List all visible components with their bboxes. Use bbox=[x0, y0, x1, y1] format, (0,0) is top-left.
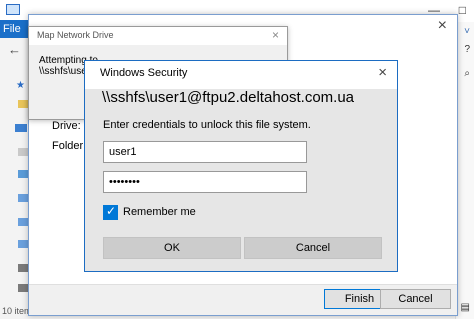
quick-access-star-icon[interactable]: ★ bbox=[16, 80, 26, 91]
back-arrow-icon[interactable]: ← bbox=[8, 42, 21, 57]
this-pc-nav-icon[interactable] bbox=[15, 124, 27, 132]
security-dialog-title: Windows Security bbox=[100, 67, 188, 79]
checkmark-icon: ✓ bbox=[106, 204, 117, 218]
ok-button[interactable]: OK bbox=[103, 237, 241, 259]
local-disk-icon[interactable] bbox=[18, 264, 28, 272]
drive-icon[interactable] bbox=[18, 148, 28, 156]
this-pc-icon bbox=[6, 4, 20, 15]
folder-label: Folder: bbox=[52, 140, 87, 152]
connecting-dialog-title-bar: Map Network Drive × bbox=[29, 27, 287, 45]
remember-me-checkbox[interactable]: ✓ bbox=[103, 204, 118, 220]
search-icon[interactable]: ⌕ bbox=[464, 68, 470, 79]
password-field[interactable] bbox=[103, 171, 307, 193]
connecting-dialog-title: Map Network Drive bbox=[37, 30, 114, 40]
drive-label: Drive: bbox=[52, 120, 81, 132]
remember-me-label[interactable]: Remember me bbox=[123, 206, 196, 218]
connecting-dialog-close-icon[interactable]: × bbox=[272, 28, 279, 42]
pictures-icon[interactable] bbox=[18, 218, 28, 226]
share-path-heading: \\sshfs\user1@ftpu2.deltahost.com.ua bbox=[102, 89, 355, 106]
chevron-down-icon[interactable]: ˅ bbox=[464, 26, 470, 37]
wizard-close-icon[interactable]: × bbox=[438, 17, 447, 35]
details-view-icon[interactable]: ▤ bbox=[461, 302, 470, 313]
maximize-icon[interactable]: □ bbox=[459, 3, 466, 17]
windows-security-dialog: Windows Security × \\sshfs\user1@ftpu2.d… bbox=[84, 60, 398, 272]
folder-icon[interactable] bbox=[18, 100, 28, 108]
credentials-description: Enter credentials to unlock this file sy… bbox=[103, 119, 311, 131]
help-icon[interactable]: ? bbox=[464, 44, 470, 55]
security-cancel-button[interactable]: Cancel bbox=[244, 237, 382, 259]
videos-icon[interactable] bbox=[18, 240, 28, 248]
network-icon[interactable] bbox=[18, 170, 28, 178]
security-dialog-body: \\sshfs\user1@ftpu2.deltahost.com.ua Ent… bbox=[85, 89, 397, 271]
security-close-icon[interactable]: × bbox=[378, 64, 387, 81]
network-drive-icon[interactable] bbox=[18, 284, 28, 292]
username-field[interactable] bbox=[103, 141, 307, 163]
library-icon[interactable] bbox=[18, 194, 28, 202]
wizard-cancel-button[interactable]: Cancel bbox=[380, 289, 451, 309]
file-tab[interactable]: File bbox=[0, 20, 30, 38]
wizard-footer: Finish Cancel bbox=[29, 284, 457, 315]
security-title-bar: Windows Security × bbox=[85, 61, 397, 89]
